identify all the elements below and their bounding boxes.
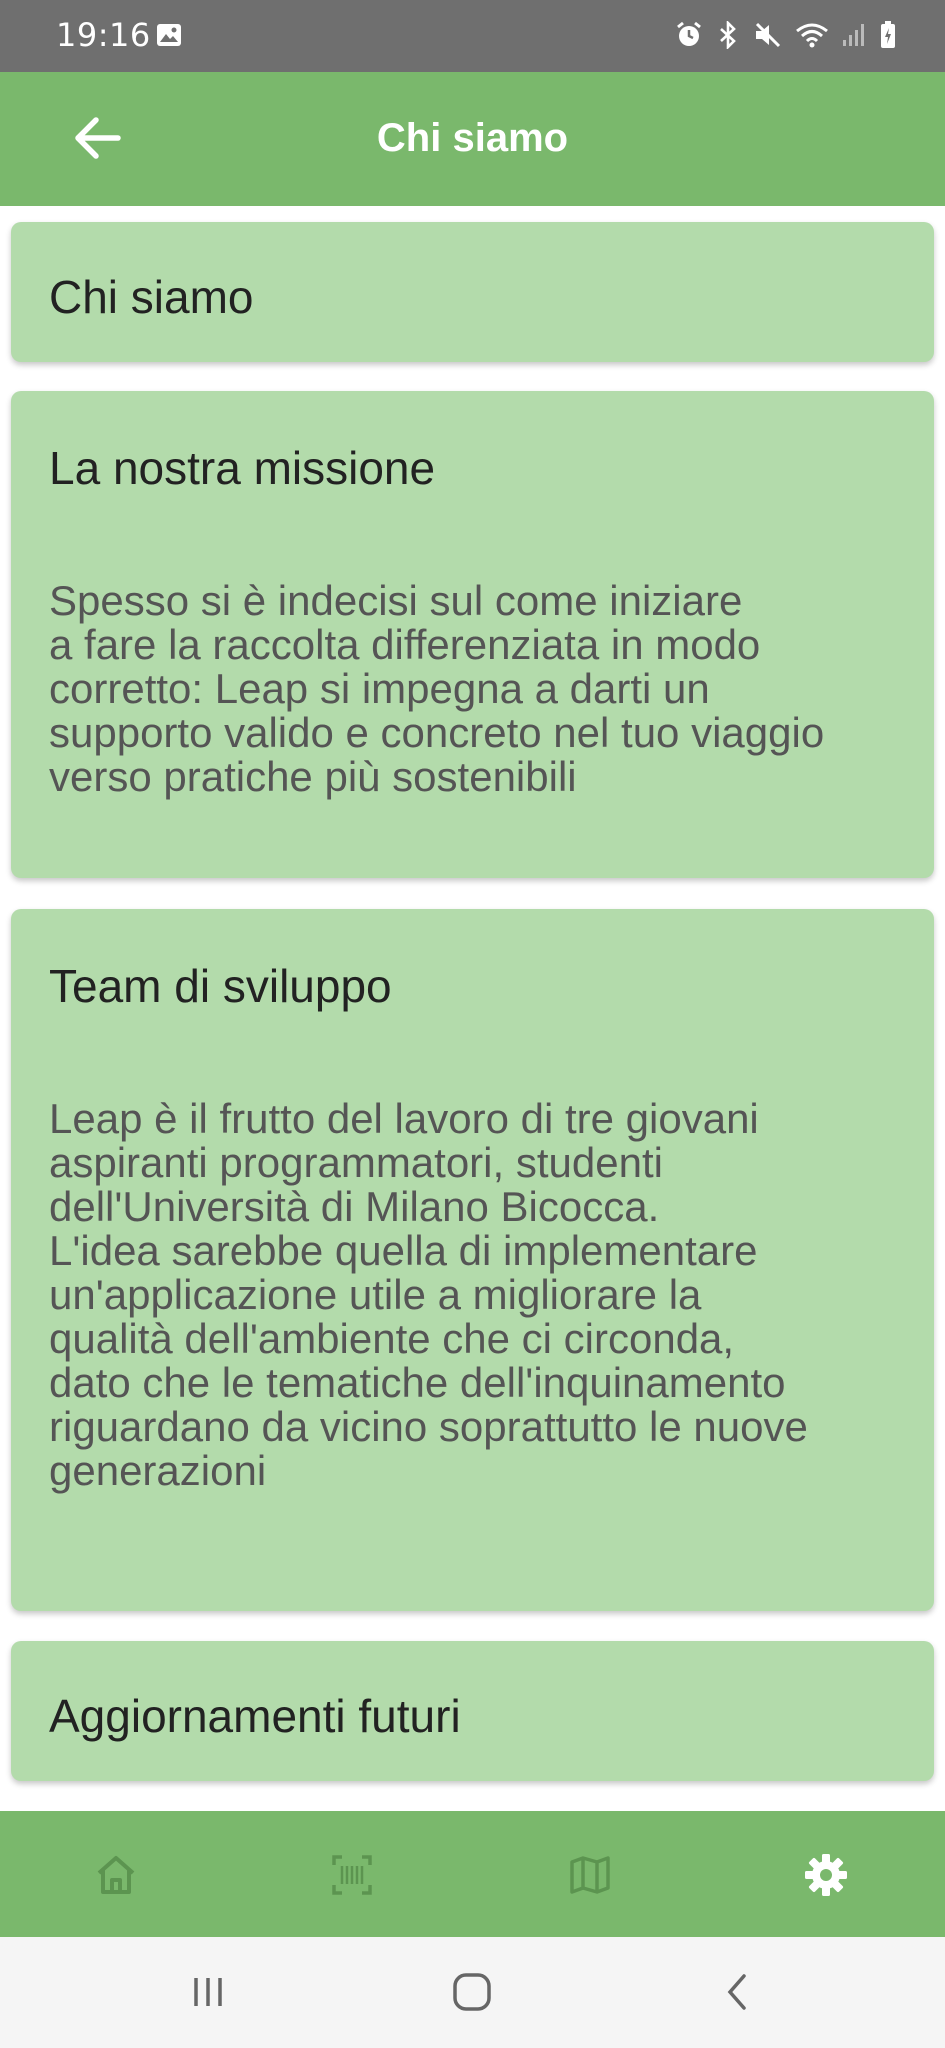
battery-charging-icon	[879, 20, 897, 55]
card-title: Team di sviluppo	[49, 960, 392, 1012]
body-line: riguardano da vicino soprattutto le nuov…	[49, 1403, 808, 1450]
status-bar: 19:16	[0, 0, 945, 72]
nav-scanner[interactable]	[326, 1849, 378, 1901]
body-line: Spesso si è indecisi sul come iniziare	[49, 577, 743, 624]
body-line: dato che le tematiche dell'inquinamento	[49, 1359, 786, 1406]
body-line: verso pratiche più sostenibili	[49, 753, 577, 800]
card-body: Leap è il frutto del lavoro di tre giova…	[49, 1097, 904, 1493]
page-title: Chi siamo	[376, 116, 569, 160]
signal-icon	[841, 22, 867, 53]
chevron-left-icon	[727, 1974, 746, 2010]
body-line: aspiranti programmatori, studenti	[49, 1139, 663, 1186]
recents-icon	[194, 1978, 222, 2006]
body-line: generazioni	[49, 1447, 267, 1494]
home-circle-icon	[453, 1973, 491, 2011]
app-bar: Chi siamo	[0, 72, 945, 206]
card-title: La nostra missione	[49, 442, 436, 494]
card-body: Spesso si è indecisi sul come iniziare a…	[49, 579, 904, 799]
image-icon	[156, 22, 182, 53]
wifi-icon	[795, 21, 829, 54]
body-line: a fare la raccolta differenziata in modo	[49, 621, 761, 668]
gear-icon	[805, 1854, 847, 1896]
back-nav-button[interactable]	[708, 1967, 768, 2017]
body-line: dell'Università di Milano Bicocca.	[49, 1183, 660, 1230]
card-team[interactable]: Team di sviluppo Leap è il frutto del la…	[11, 909, 934, 1611]
body-line: un'applicazione utile a migliorare la	[49, 1271, 702, 1318]
card-title: Aggiornamenti futuri	[49, 1690, 461, 1742]
nav-home[interactable]	[90, 1849, 142, 1901]
card-missione[interactable]: La nostra missione Spesso si è indecisi …	[11, 391, 934, 878]
card-chi-siamo[interactable]: Chi siamo	[11, 222, 934, 362]
bottom-navigation	[0, 1811, 945, 1937]
map-icon	[570, 1856, 610, 1894]
body-line: Leap è il frutto del lavoro di tre giova…	[49, 1095, 759, 1142]
body-line: qualità dell'ambiente che ci circonda,	[49, 1315, 735, 1362]
nav-map[interactable]	[564, 1849, 616, 1901]
bluetooth-icon	[715, 19, 741, 54]
card-aggiornamenti[interactable]: Aggiornamenti futuri	[11, 1641, 934, 1781]
system-navigation-bar	[0, 1937, 945, 2048]
body-line: supporto valido e concreto nel tuo viagg…	[49, 709, 825, 756]
body-line: corretto: Leap si impegna a darti un	[49, 665, 710, 712]
home-icon	[97, 1856, 135, 1894]
mute-icon	[753, 21, 783, 54]
body-line: L'idea sarebbe quella di implementare	[49, 1227, 758, 1274]
home-button[interactable]	[442, 1967, 502, 2017]
barcode-scan-icon	[332, 1855, 372, 1895]
recents-button[interactable]	[178, 1967, 238, 2017]
card-title: Chi siamo	[49, 271, 254, 323]
nav-settings[interactable]	[800, 1849, 852, 1901]
status-time: 19:16	[56, 16, 151, 54]
alarm-icon	[675, 21, 703, 54]
